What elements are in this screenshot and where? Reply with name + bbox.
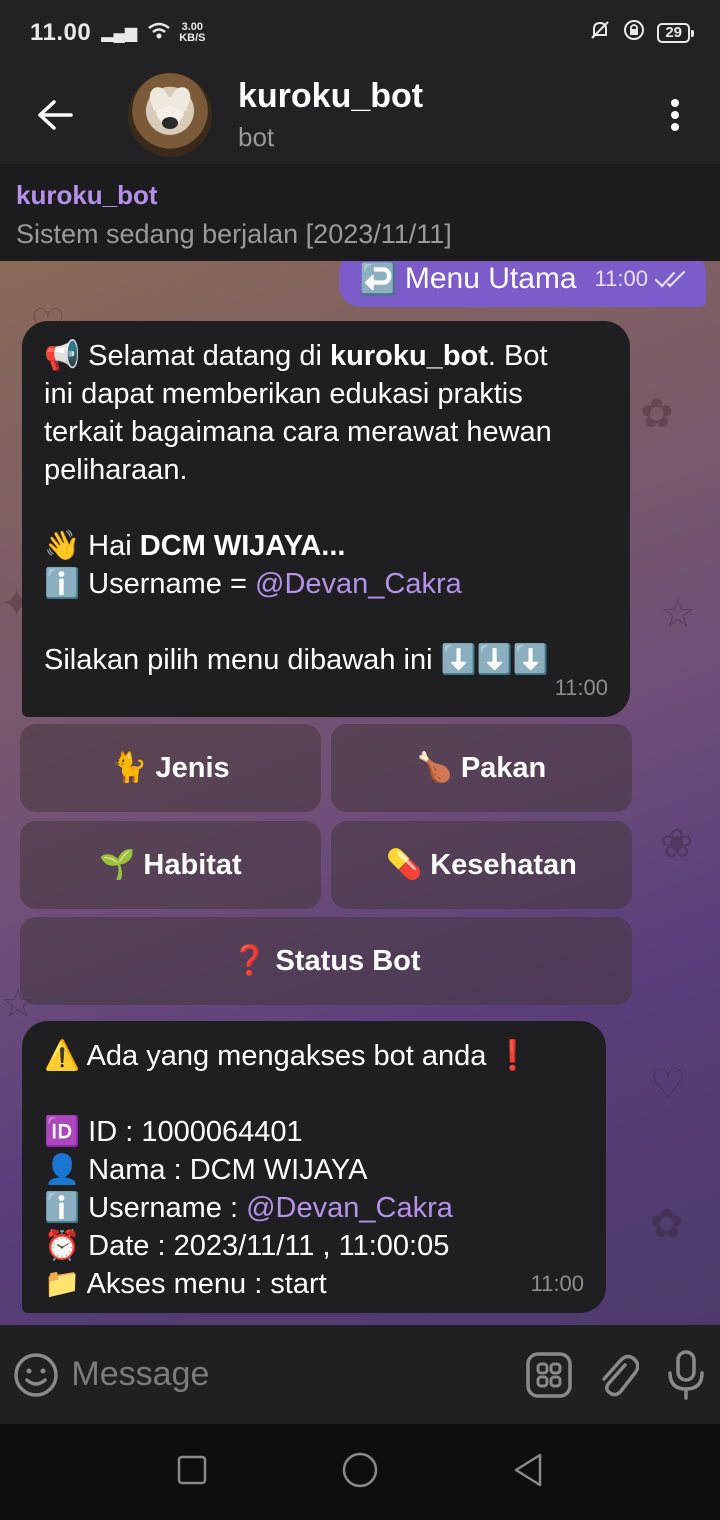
alert-title: Ada yang mengakses bot anda <box>80 1040 495 1072</box>
meat-emoji: 🍗 <box>416 752 453 784</box>
home-button[interactable] <box>341 1451 379 1494</box>
voice-record-button[interactable] <box>651 1349 720 1401</box>
chat-header: kuroku_bot bot <box>0 66 720 164</box>
status-bar: 11.00 ▂▄▆ 3.00 KB/S 29 <box>0 0 720 66</box>
folder-emoji: 📁 <box>44 1268 81 1300</box>
access-alert-message[interactable]: ⚠️ Ada yang mengakses bot anda ❗ 🆔 ID : … <box>22 1021 606 1313</box>
double-check-icon <box>654 270 686 288</box>
hai-text: Hai <box>80 530 140 562</box>
user-name-bold: DCM WIJAYA... <box>139 530 346 562</box>
seedling-emoji: 🌱 <box>99 849 136 881</box>
chat-title-block[interactable]: kuroku_bot bot <box>238 77 423 153</box>
outgoing-emoji: ↩️ <box>359 262 397 296</box>
doodle-icon: ✿ <box>640 392 674 436</box>
keyboard-label: Kesehatan <box>430 848 577 881</box>
status-time: 11.00 <box>30 19 92 46</box>
welcome-time: 11:00 <box>554 675 608 700</box>
pinned-title: kuroku_bot <box>16 180 158 210</box>
bot-keyboard-button[interactable] <box>514 1351 583 1399</box>
emoji-button[interactable] <box>0 1351 71 1399</box>
battery-indicator: 29 <box>657 23 694 43</box>
alarm-clock-emoji: ⏰ <box>44 1230 81 1262</box>
keyboard-label: Habitat <box>143 848 242 881</box>
outgoing-text: Menu Utama <box>404 262 577 295</box>
doodle-icon: ❀ <box>660 822 694 866</box>
chat-subtitle: bot <box>238 122 275 152</box>
choose-menu-text: Silakan pilih menu dibawah ini <box>44 644 441 676</box>
info-emoji: ℹ️ <box>44 1192 81 1224</box>
question-emoji: ❓ <box>231 945 268 977</box>
doodle-icon: ☆ <box>660 592 696 636</box>
wifi-icon <box>147 22 171 45</box>
keyboard-button-habitat[interactable]: 🌱 Habitat <box>20 821 321 909</box>
keyboard-label: Status Bot <box>275 944 421 977</box>
username-mention-link[interactable]: @Devan_Cakra <box>255 568 462 600</box>
keyboard-label: Jenis <box>155 751 230 784</box>
microphone-icon <box>667 1349 704 1400</box>
doodle-icon: ✿ <box>650 1202 684 1246</box>
mute-bell-icon <box>589 19 611 47</box>
alert-id: ID : 1000064401 <box>80 1116 303 1148</box>
keyboard-button-jenis[interactable]: 🐈 Jenis <box>20 724 321 812</box>
lock-rotation-icon <box>623 19 645 47</box>
pinned-message[interactable]: kuroku_bot Sistem sedang berjalan [2023/… <box>0 164 720 261</box>
doodle-icon: ♡ <box>650 1062 686 1106</box>
signal-icon: ▂▄▆ <box>101 25 138 42</box>
keyboard-button-kesehatan[interactable]: 💊 Kesehatan <box>331 821 632 909</box>
system-nav-bar <box>0 1424 720 1520</box>
warning-emoji: ⚠️ <box>44 1040 81 1072</box>
avatar[interactable] <box>128 73 212 157</box>
pinned-text: Sistem sedang berjalan [2023/11/11] <box>16 219 452 249</box>
welcome-message[interactable]: 📢 Selamat datang di kuroku_bot. Bot ini … <box>22 321 630 717</box>
attach-button[interactable] <box>583 1351 652 1399</box>
bot-name-bold: kuroku_bot <box>330 340 488 372</box>
alert-akses: Akses menu : start <box>80 1268 327 1300</box>
outgoing-time: 11:00 <box>594 266 648 291</box>
net-speed-unit: KB/S <box>179 32 206 44</box>
alert-username-label: Username : <box>80 1192 247 1224</box>
chat-title: kuroku_bot <box>238 77 424 115</box>
more-options-button[interactable] <box>630 66 720 164</box>
recents-button[interactable] <box>176 1454 208 1491</box>
welcome-line4: peliharaan. <box>44 454 188 486</box>
username-label: Username = <box>80 568 255 600</box>
keyboard-button-pakan[interactable]: 🍗 Pakan <box>331 724 632 812</box>
person-emoji: 👤 <box>44 1154 81 1186</box>
smiley-icon <box>13 1352 58 1397</box>
id-emoji: 🆔 <box>44 1116 81 1148</box>
keyboard-label: Pakan <box>460 751 547 784</box>
alert-nama: Nama : DCM WIJAYA <box>80 1154 368 1186</box>
welcome-line1: Selamat datang di <box>80 340 330 372</box>
outgoing-message[interactable]: ↩️ Menu Utama 11:00 <box>339 261 706 307</box>
alert-time: 11:00 <box>530 1271 584 1296</box>
alert-date: Date : 2023/11/11 , 11:00:05 <box>80 1230 450 1262</box>
chat-area[interactable]: ♡ ✿ ☆ ✦ ❀ ♡ ✿ ☆ ↩️ Menu Utama 11:00 📢 Se… <box>0 261 720 1325</box>
pill-emoji: 💊 <box>386 849 423 881</box>
paperclip-icon <box>602 1354 640 1396</box>
message-composer <box>0 1325 720 1424</box>
welcome-line1-end: . Bot <box>487 340 548 372</box>
message-input[interactable] <box>71 1355 515 1394</box>
back-nav-button[interactable] <box>512 1452 544 1493</box>
more-vertical-icon <box>671 99 679 131</box>
net-speed: 3.00 KB/S <box>179 22 205 44</box>
welcome-line3: terkait bagaimana cara merawat hewan <box>44 416 552 448</box>
info-emoji: ℹ️ <box>44 568 81 600</box>
circle-icon <box>342 1452 378 1487</box>
square-icon <box>178 1455 207 1484</box>
wave-emoji: 👋 <box>44 530 81 562</box>
exclamation-emoji: ❗ <box>494 1040 531 1072</box>
down-arrows-emoji: ⬇️⬇️⬇️ <box>440 644 549 676</box>
back-button[interactable] <box>0 66 110 164</box>
keyboard-grid-icon <box>525 1351 572 1398</box>
keyboard-button-status-bot[interactable]: ❓ Status Bot <box>20 917 632 1005</box>
alert-username-mention-link[interactable]: @Devan_Cakra <box>246 1192 453 1224</box>
back-arrow-icon <box>38 100 73 130</box>
triangle-back-icon <box>514 1453 541 1486</box>
welcome-line2: ini dapat memberikan edukasi praktis <box>44 378 523 410</box>
cat-emoji: 🐈 <box>111 752 148 784</box>
megaphone-emoji: 📢 <box>44 340 81 372</box>
